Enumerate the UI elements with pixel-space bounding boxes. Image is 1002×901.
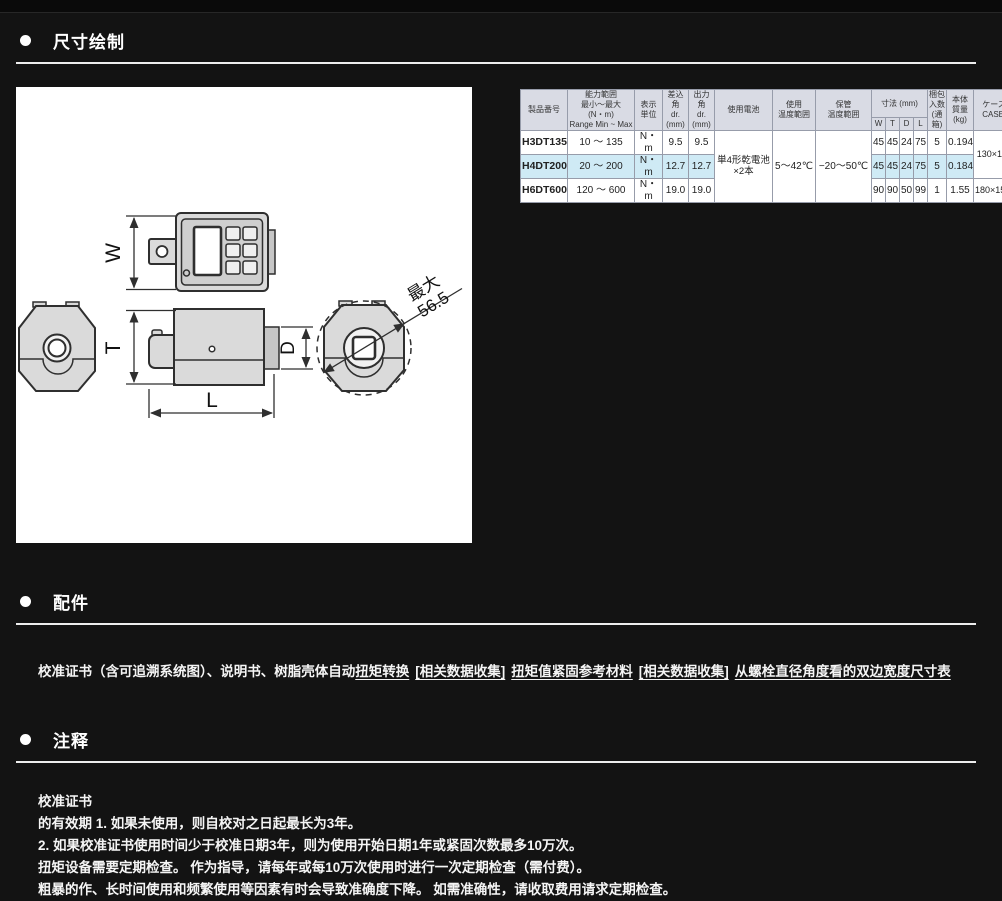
cell-output: 19.0	[689, 179, 715, 203]
link-torque-reference[interactable]: 扭矩值紧固参考材料	[511, 664, 633, 679]
cell-range: 120 ～ 600	[568, 179, 635, 203]
col-header-use-temp: 使用 温度範囲	[773, 90, 816, 131]
col-header-case: ケース寸法 CASESIZE	[974, 90, 1002, 131]
link-related-data-2[interactable]: [相关数据收集]	[639, 664, 729, 679]
cell-l: 75	[914, 155, 928, 179]
cell-l: 99	[914, 179, 928, 203]
note-line: 扭矩设备需要定期检查。 作为指导，请每年或每10万次使用时进行一次定期检查（需付…	[38, 857, 1002, 879]
cell-mass: 0.184	[947, 155, 974, 179]
link-torque-conversion[interactable]: 扭矩转换	[355, 664, 409, 679]
cell-insert: 9.5	[663, 131, 689, 155]
cell-range: 20 ～ 200	[568, 155, 635, 179]
section-divider	[16, 62, 976, 64]
cell-mass: 1.55	[947, 179, 974, 203]
cell-storage-temp: −20～50℃	[816, 131, 872, 203]
cell-t: 45	[886, 155, 900, 179]
section-title-accessories: 配件	[53, 589, 89, 614]
col-header-dim-w: W	[872, 118, 886, 131]
cell-unit: N・m	[635, 155, 663, 179]
note-line: 粗暴的作、长时间使用和频繁使用等因素有时会导致准确度下降。 如需准确性，请收取费…	[38, 879, 1002, 901]
col-header-range: 能力範囲 最小～最大 (N・m) Range Min ~ Max	[568, 90, 635, 131]
col-header-storage-temp: 保管 温度範囲	[816, 90, 872, 131]
bullet-icon	[20, 734, 31, 745]
cell-output: 9.5	[689, 131, 715, 155]
cell-w: 90	[872, 179, 886, 203]
dim-label-t: T	[102, 341, 125, 354]
section-title-notes: 注释	[53, 727, 89, 752]
accessories-text: 校准证书（含可追溯系统图）、说明书、树脂壳体自动扭矩转换 [相关数据收集] 扭矩值紧…	[38, 661, 1002, 683]
cell-d: 24	[900, 155, 914, 179]
col-header-dims: 寸法 (mm)	[872, 90, 928, 118]
cell-l: 75	[914, 131, 928, 155]
cell-model: H3DT135	[521, 131, 568, 155]
dim-label-l: L	[206, 389, 218, 412]
cell-unit: N・m	[635, 179, 663, 203]
top-band	[0, 0, 1002, 13]
section-accessories-header: 配件	[20, 589, 1002, 614]
cell-pack: 1	[928, 179, 947, 203]
col-header-model: 製品番号	[521, 90, 568, 131]
note-line: 的有效期 1. 如果未使用，则自校对之日起最长为3年。	[38, 813, 1002, 835]
cell-insert: 19.0	[663, 179, 689, 203]
notes-text: 校准证书 的有效期 1. 如果未使用，则自校对之日起最长为3年。 2. 如果校准…	[38, 791, 1002, 901]
bullet-icon	[20, 35, 31, 46]
cell-w: 45	[872, 131, 886, 155]
link-width-table[interactable]: 从螺栓直径角度看的双边宽度尺寸表	[735, 664, 951, 679]
col-header-insert-angle: 差込角 dr. (mm)	[663, 90, 689, 131]
cell-range: 10 ～ 135	[568, 131, 635, 155]
col-header-dim-t: T	[886, 118, 900, 131]
link-related-data-1[interactable]: [相关数据收集]	[415, 664, 505, 679]
cell-model: H6DT600	[521, 179, 568, 203]
col-header-dim-l: L	[914, 118, 928, 131]
spec-table-wrap: 製品番号 能力範囲 最小～最大 (N・m) Range Min ~ Max 表示…	[520, 89, 1002, 203]
cell-unit: N・m	[635, 131, 663, 155]
cell-case: 130×107×53	[974, 131, 1002, 179]
section-notes-header: 注释	[20, 727, 1002, 752]
table-row: H3DT135 10 ～ 135 N・m 9.5 9.5 単4形乾電池 ×2本 …	[521, 131, 1002, 155]
cell-battery: 単4形乾電池 ×2本	[715, 131, 773, 203]
section-title-dimensions: 尺寸绘制	[53, 28, 125, 53]
cell-d: 50	[900, 179, 914, 203]
section-divider	[16, 623, 976, 625]
col-header-battery: 使用電池	[715, 90, 773, 131]
cell-output: 12.7	[689, 155, 715, 179]
cell-pack: 5	[928, 131, 947, 155]
cell-d: 24	[900, 131, 914, 155]
torque-adapter-drawing: W T D	[16, 87, 472, 543]
cell-mass: 0.194	[947, 131, 974, 155]
cell-pack: 5	[928, 155, 947, 179]
note-line: 2. 如果校准证书使用时间少于校准日期3年，则为使用开始日期1年或紧固次数最多1…	[38, 835, 1002, 857]
col-header-dim-d: D	[900, 118, 914, 131]
cell-w: 45	[872, 155, 886, 179]
section-dimensions-header: 尺寸绘制	[20, 28, 1002, 53]
col-header-unit: 表示 単位	[635, 90, 663, 131]
cell-t: 45	[886, 131, 900, 155]
col-header-output-angle: 出力角 dr. (mm)	[689, 90, 715, 131]
spec-table: 製品番号 能力範囲 最小～最大 (N・m) Range Min ~ Max 表示…	[520, 89, 1002, 203]
col-header-pack: 梱包 入数 (通箱)	[928, 90, 947, 131]
bullet-icon	[20, 596, 31, 607]
dimension-drawing: W T D	[16, 87, 472, 543]
cell-t: 90	[886, 179, 900, 203]
cell-case: 180×155×105	[974, 179, 1002, 203]
dim-label-w: W	[102, 243, 125, 263]
accessories-intro: 校准证书（含可追溯系统图）、说明书、树脂壳体自动	[38, 664, 355, 679]
dimensions-content: W T D	[16, 87, 986, 543]
cell-insert: 12.7	[663, 155, 689, 179]
note-line: 校准证书	[38, 791, 1002, 813]
cell-model: H4DT200	[521, 155, 568, 179]
section-divider	[16, 761, 976, 763]
col-header-mass: 本体 質量 (kg)	[947, 90, 974, 131]
cell-use-temp: 5～42℃	[773, 131, 816, 203]
dim-label-d: D	[278, 341, 299, 355]
